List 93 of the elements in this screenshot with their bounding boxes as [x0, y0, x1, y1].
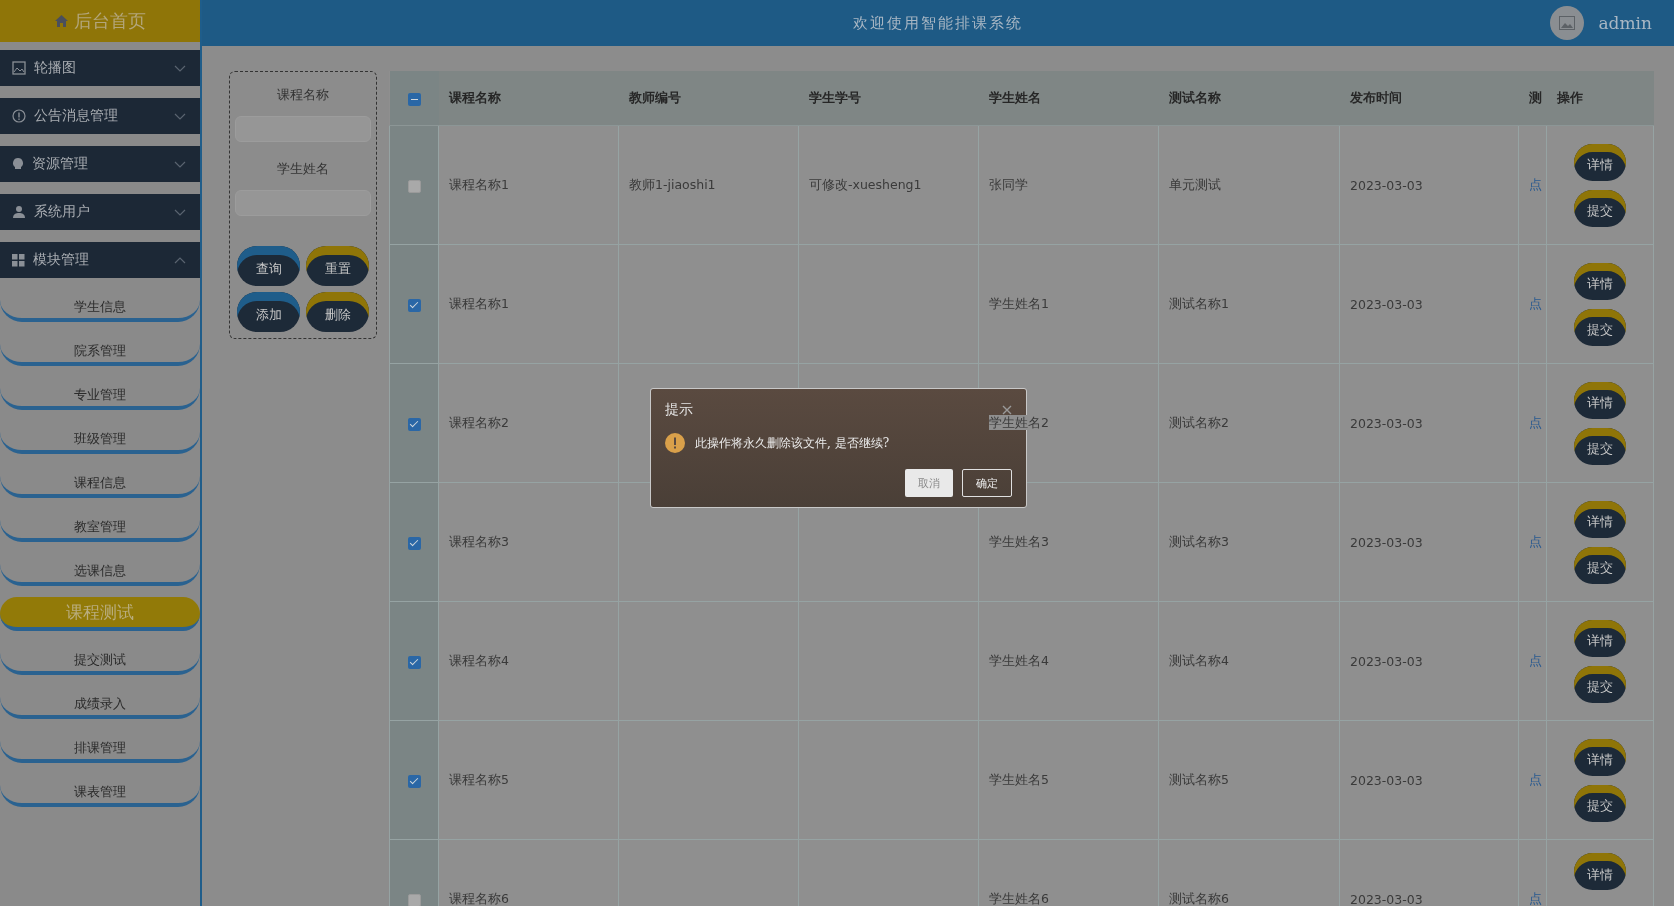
image-icon: [12, 61, 26, 75]
column-header: 教师编号: [628, 89, 681, 105]
user-icon: [12, 205, 26, 219]
menu-item[interactable]: 提交测试: [0, 636, 200, 675]
username[interactable]: admin: [1598, 13, 1652, 33]
action-button[interactable]: 重置: [306, 246, 369, 286]
menu-item[interactable]: 学生信息: [0, 283, 200, 322]
lightbulb-icon: [12, 157, 24, 171]
menu-item[interactable]: 课程信息: [0, 459, 200, 498]
close-icon[interactable]: [1002, 405, 1012, 415]
menu-item[interactable]: 课表管理: [0, 768, 200, 807]
menu-group-label: 轮播图: [34, 59, 77, 77]
row-checkbox[interactable]: [407, 774, 421, 788]
menu-item[interactable]: 选课信息: [0, 547, 200, 586]
column-header: 测试名称: [1168, 89, 1221, 105]
dialog-message: 此操作将永久删除该文件, 是否继续?: [695, 434, 890, 452]
row-action-button[interactable]: 详情: [1574, 738, 1626, 776]
column-header: 发布时间: [1349, 89, 1402, 105]
table-cell: 学生姓名2: [989, 414, 1049, 430]
table-cell: 课程名称1: [449, 176, 509, 192]
table-cell: 学生姓名1: [989, 295, 1049, 311]
table-cell: 课程名称1: [449, 295, 509, 311]
column-header: 课程名称: [448, 89, 501, 105]
menu-item[interactable]: 班级管理: [0, 415, 200, 454]
table-cell: 学生姓名5: [989, 771, 1049, 787]
table-cell: 测试名称1: [1169, 295, 1229, 311]
table-cell: 课程名称5: [449, 771, 509, 787]
action-button[interactable]: 查询: [237, 246, 300, 286]
action-button[interactable]: 删除: [306, 292, 369, 332]
row-checkbox[interactable]: [407, 536, 421, 550]
table-cell: 测试名称2: [1169, 414, 1229, 430]
table-cell: 学生姓名3: [989, 533, 1049, 549]
grid-icon: [12, 253, 25, 267]
row-checkbox[interactable]: [407, 417, 421, 431]
menu-item[interactable]: 教室管理: [0, 503, 200, 542]
table-cell: 单元测试: [1169, 176, 1221, 192]
menu-item[interactable]: 成绩录入: [0, 680, 200, 719]
field-label: 学生姓名: [276, 160, 330, 178]
column-header: 测: [1528, 89, 1542, 105]
menu-item[interactable]: 排课管理: [0, 724, 200, 763]
table-cell: 学生姓名4: [989, 652, 1049, 668]
menu-item[interactable]: 院系管理: [0, 327, 200, 366]
row-action-button[interactable]: 详情: [1574, 262, 1626, 300]
row-checkbox[interactable]: [407, 298, 421, 312]
row-action-button[interactable]: 详情: [1574, 143, 1626, 181]
table-cell: 课程名称6: [449, 890, 509, 906]
menu-group[interactable]: 模块管理: [0, 242, 200, 278]
row-action-button[interactable]: 提交: [1574, 308, 1626, 346]
menu-group[interactable]: 资源管理: [0, 146, 200, 182]
table-cell: 可修改-xuesheng1: [809, 176, 922, 192]
table-cell: 课程名称3: [449, 533, 509, 549]
table-cell: 测试名称6: [1169, 890, 1229, 906]
dialog-title: 提示: [665, 401, 693, 419]
home-icon: [54, 15, 68, 27]
menu-group-label: 公告消息管理: [34, 107, 119, 125]
menu-group[interactable]: 系统用户: [0, 194, 200, 230]
select-all-checkbox[interactable]: [407, 92, 421, 106]
menu-item[interactable]: 专业管理: [0, 371, 200, 410]
row-action-button[interactable]: 提交: [1574, 784, 1626, 822]
row-action-button[interactable]: 详情: [1574, 619, 1626, 657]
row-action-button[interactable]: 详情: [1574, 500, 1626, 538]
table-cell: 测试名称3: [1169, 533, 1229, 549]
menu-group[interactable]: 轮播图: [0, 50, 200, 86]
action-button[interactable]: 添加: [237, 292, 300, 332]
menu-group-label: 模块管理: [33, 251, 90, 269]
row-action-button[interactable]: 详情: [1574, 381, 1626, 419]
table-cell: 张同学: [989, 176, 1028, 192]
table-cell: 课程名称4: [449, 652, 509, 668]
warning-icon: [665, 433, 685, 453]
menu-group[interactable]: 公告消息管理: [0, 98, 200, 134]
row-checkbox[interactable]: [407, 893, 421, 906]
table-cell: 测试名称5: [1169, 771, 1229, 787]
menu-group-label: 系统用户: [34, 203, 91, 221]
avatar-icon[interactable]: [1550, 6, 1585, 40]
page-title: 欢迎使用智能排课系统: [853, 13, 1023, 33]
row-action-button[interactable]: 详情: [1574, 853, 1626, 890]
confirm-button[interactable]: 确定: [962, 469, 1012, 497]
row-checkbox[interactable]: [407, 179, 421, 193]
column-header: 学生姓名: [988, 89, 1041, 105]
column-header: 学生学号: [808, 89, 861, 105]
table-cell: 测试名称4: [1169, 652, 1229, 668]
menu-group-label: 资源管理: [32, 155, 89, 173]
row-action-button[interactable]: 提交: [1574, 546, 1626, 584]
row-action-button[interactable]: 提交: [1574, 665, 1626, 703]
table-cell: 教师1-jiaoshi1: [629, 176, 716, 192]
table-cell: 课程名称2: [449, 414, 509, 430]
column-header: 操作: [1556, 89, 1583, 105]
field-label: 课程名称: [276, 86, 330, 104]
row-action-button[interactable]: 提交: [1574, 189, 1626, 227]
row-action-button[interactable]: 提交: [1574, 427, 1626, 465]
row-checkbox[interactable]: [407, 655, 421, 669]
table-cell: 学生姓名6: [989, 890, 1049, 906]
info-icon: [12, 109, 26, 123]
